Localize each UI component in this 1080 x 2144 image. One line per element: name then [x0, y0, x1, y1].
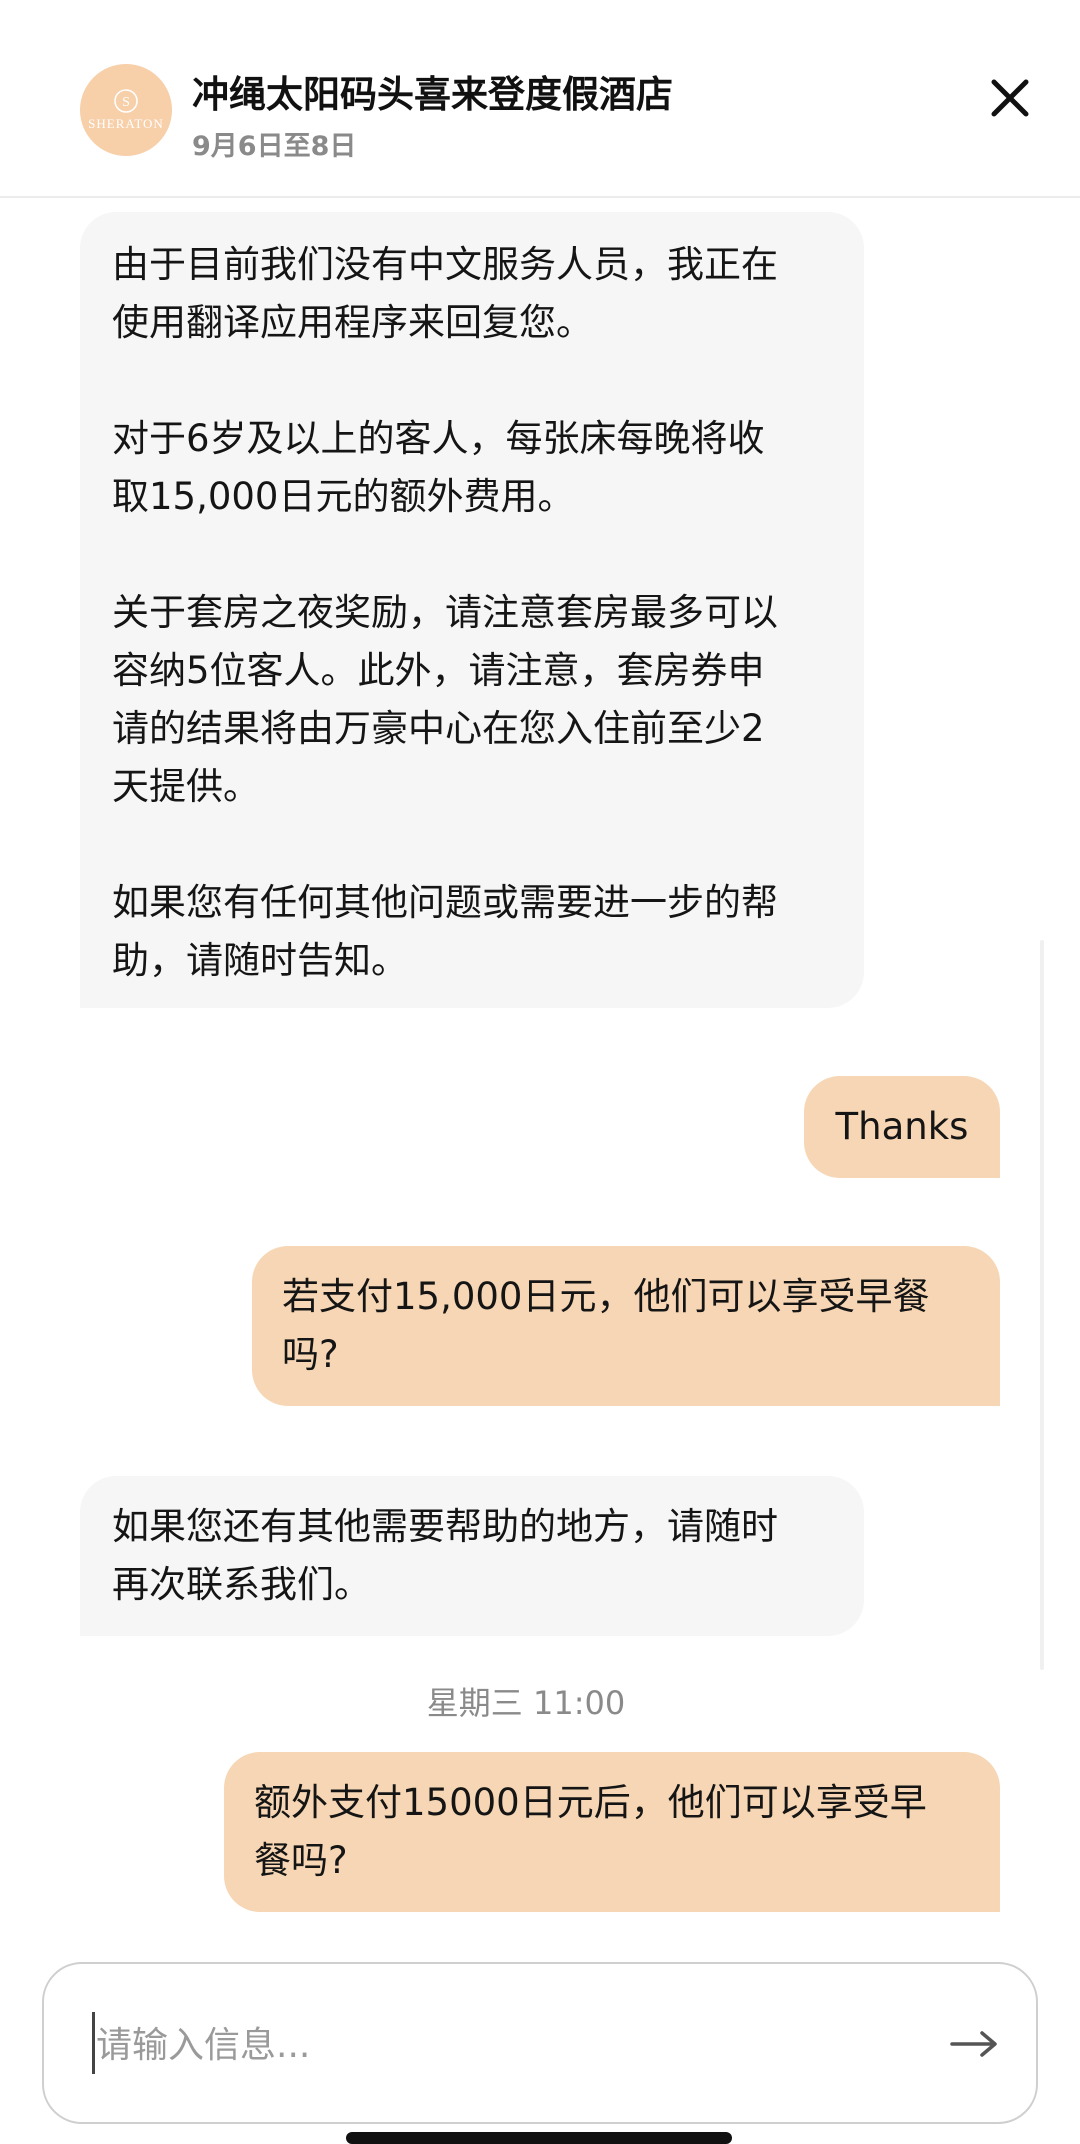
hotel-logo: S SHERATON [80, 64, 172, 156]
message-outgoing: 若支付15,000日元，他们可以享受早餐 吗? [252, 1246, 1000, 1406]
close-icon [991, 79, 1029, 117]
svg-text:S: S [122, 95, 130, 110]
send-button[interactable] [934, 2004, 1014, 2084]
message-paragraph: 如果您有任何其他问题或需要进一步的帮 助，请随时告知。 [112, 881, 778, 982]
stay-dates: 9月6日至8日 [192, 131, 357, 162]
message-paragraph: Thanks [835, 1105, 969, 1148]
chat-header: S SHERATON 冲绳太阳码头喜来登度假酒店 9月6日至8日 [0, 0, 1080, 198]
message-paragraph: 若支付15,000日元，他们可以享受早餐 吗? [282, 1275, 930, 1376]
hotel-name: 冲绳太阳码头喜来登度假酒店 [192, 73, 673, 116]
message-incoming: 如果您还有其他需要帮助的地方，请随时 再次联系我们。 [80, 1476, 864, 1636]
message-outgoing: 额外支付15000日元后，他们可以享受早 餐吗? [224, 1752, 1000, 1912]
sheraton-emblem-icon: S [114, 89, 138, 113]
home-indicator[interactable] [346, 2132, 732, 2144]
message-paragraph: 关于套房之夜奖励，请注意套房最多可以 容纳5位客人。此外，请注意，套房券申 请的… [112, 591, 778, 808]
message-paragraph: 如果您还有其他需要帮助的地方，请随时 再次联系我们。 [112, 1505, 778, 1606]
chat-screen: S SHERATON 冲绳太阳码头喜来登度假酒店 9月6日至8日 由于目前我们没… [0, 0, 1080, 2144]
message-paragraph: 额外支付15000日元后，他们可以享受早 餐吗? [254, 1781, 927, 1882]
message-timestamp: 星期三 11:00 [426, 1684, 626, 1722]
arrow-right-icon [950, 2031, 997, 2057]
message-paragraph: 由于目前我们没有中文服务人员，我正在 使用翻译应用程序来回复您。 [112, 243, 778, 344]
message-incoming: 由于目前我们没有中文服务人员，我正在 使用翻译应用程序来回复您。 对于6岁及以上… [80, 212, 864, 1008]
message-outgoing: Thanks [804, 1076, 1000, 1178]
logo-wordmark: SHERATON [88, 116, 164, 131]
message-input[interactable] [94, 2004, 918, 2086]
message-paragraph: 对于6岁及以上的客人，每张床每晚将收 取15,000日元的额外费用。 [112, 417, 765, 518]
close-button[interactable] [980, 68, 1040, 128]
message-composer [42, 1962, 1038, 2124]
chat-scrollbar[interactable] [1040, 940, 1044, 1670]
